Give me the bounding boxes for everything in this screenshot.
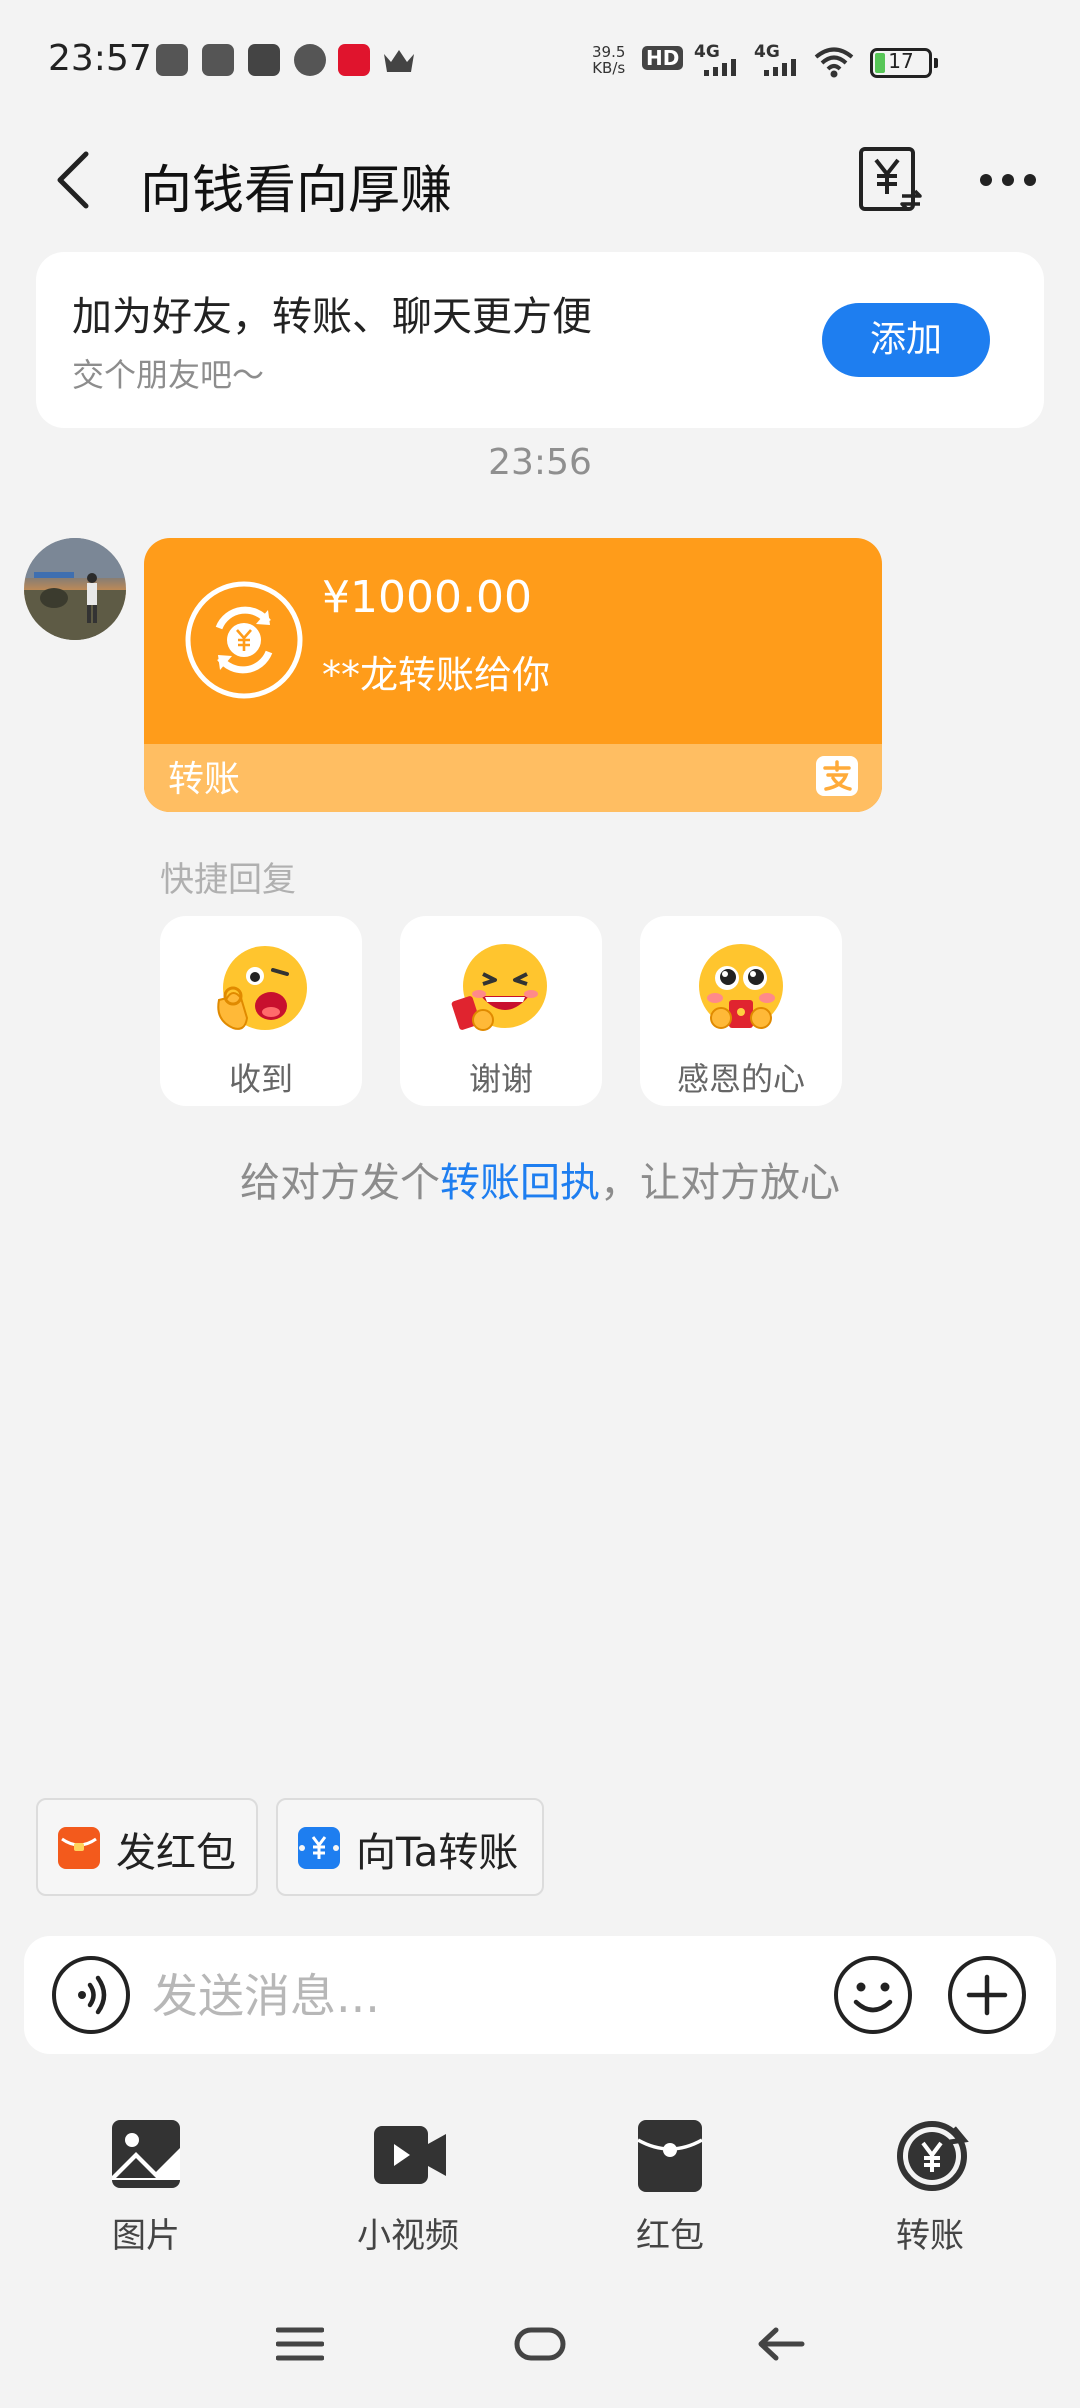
net-speed-unit: KB/s <box>592 59 626 77</box>
tool-transfer-label: 转账 <box>896 2216 964 2256</box>
hd-badge: HD <box>642 46 684 70</box>
crown-icon <box>384 50 414 72</box>
signal-1-icon <box>704 59 736 76</box>
send-red-packet-label: 发红包 <box>116 1830 236 1876</box>
red-packet-icon <box>58 1827 100 1869</box>
nav-back-icon[interactable] <box>756 2324 806 2364</box>
quick-reply-received[interactable]: 收到 <box>160 916 362 1106</box>
video-icon <box>374 2126 446 2184</box>
send-red-packet-button[interactable]: 发红包 <box>36 1798 258 1896</box>
unicom-icon <box>338 44 370 76</box>
wifi-icon <box>814 47 854 78</box>
home-icon[interactable] <box>514 2324 566 2364</box>
vivo-icon <box>202 44 234 76</box>
tool-red-packet[interactable]: 红包 <box>580 2110 760 2260</box>
grateful-heart-emoji-icon <box>699 944 783 1029</box>
quick-reply-grateful[interactable]: 感恩的心 <box>640 916 842 1106</box>
more-options-icon[interactable] <box>978 165 1038 195</box>
status-time: 23:57 <box>48 38 152 79</box>
transfer-to-ta-button[interactable]: 向Ta转账 <box>276 1798 544 1896</box>
recent-apps-menu-icon[interactable] <box>276 2324 324 2364</box>
transfer-tool-icon <box>897 2121 969 2191</box>
receipt-tip-before: 给对方发个 <box>240 1160 440 1206</box>
message-input[interactable] <box>152 1956 792 2036</box>
back-arrow-icon[interactable] <box>50 150 100 210</box>
tool-transfer[interactable]: 转账 <box>840 2110 1020 2260</box>
transfer-sender-text: **龙转账给你 <box>322 653 551 697</box>
signal-2-icon <box>764 59 796 76</box>
battery-indicator: 17 <box>870 48 938 78</box>
quick-reply-label-grateful: 感恩的心 <box>676 1060 805 1098</box>
tool-short-video-label: 小视频 <box>357 2216 459 2256</box>
quick-reply-thanks[interactable]: 谢谢 <box>400 916 602 1106</box>
app-icon-1 <box>156 44 188 76</box>
transfer-card-icon <box>298 1827 340 1869</box>
image-icon <box>112 2120 180 2188</box>
mobile-icon <box>294 44 326 76</box>
receipt-tip: 给对方发个转账回执，让对方放心 <box>0 1150 1080 1208</box>
sender-avatar[interactable] <box>24 538 126 640</box>
transfer-card-label: 转账 <box>168 759 241 800</box>
red-packet-tool-icon <box>637 2120 703 2192</box>
ok-hand-emoji-icon <box>217 946 307 1030</box>
voice-input-icon[interactable] <box>50 1954 132 2036</box>
page-title: 向钱看向厚赚 <box>140 161 453 221</box>
message-timestamp: 23:56 <box>488 442 592 483</box>
tool-short-video[interactable]: 小视频 <box>318 2110 498 2260</box>
tool-image[interactable]: 图片 <box>56 2110 236 2260</box>
transfer-yuan-icon <box>185 581 303 699</box>
add-friend-button[interactable]: 添加 <box>822 303 990 377</box>
net-speed: 39.5 KB/s <box>592 44 625 76</box>
quick-reply-label-received: 收到 <box>228 1060 293 1098</box>
alipay-logo-icon <box>816 756 858 796</box>
receipt-tip-after: ，让对方放心 <box>600 1160 840 1206</box>
add-friend-title: 加为好友，转账、聊天更方便 <box>72 294 592 340</box>
transfer-to-ta-label: 向Ta转账 <box>356 1830 519 1876</box>
quick-reply-label: 快捷回复 <box>160 860 296 900</box>
transfer-receipt-link[interactable]: 转账回执 <box>440 1160 600 1206</box>
status-bar: 23:57 39.5 KB/s HD 4G 4G 17 <box>0 0 1080 130</box>
bill-icon[interactable] <box>858 146 924 214</box>
more-actions-plus-icon[interactable] <box>946 1954 1028 2036</box>
battery-level: 17 <box>888 49 914 73</box>
transfer-amount: ¥1000.00 <box>322 572 532 623</box>
k-icon <box>248 44 280 76</box>
net-speed-value: 39.5 <box>592 43 626 61</box>
grinning-redpacket-emoji-icon <box>451 944 547 1031</box>
add-friend-subtitle: 交个朋友吧～ <box>72 356 265 394</box>
avatar-photo <box>24 538 126 640</box>
emoji-picker-icon[interactable] <box>832 1954 914 2036</box>
quick-reply-label-thanks: 谢谢 <box>468 1060 533 1098</box>
tool-red-packet-label: 红包 <box>636 2216 704 2256</box>
tool-image-label: 图片 <box>112 2216 180 2256</box>
transfer-card-footer <box>144 744 882 812</box>
